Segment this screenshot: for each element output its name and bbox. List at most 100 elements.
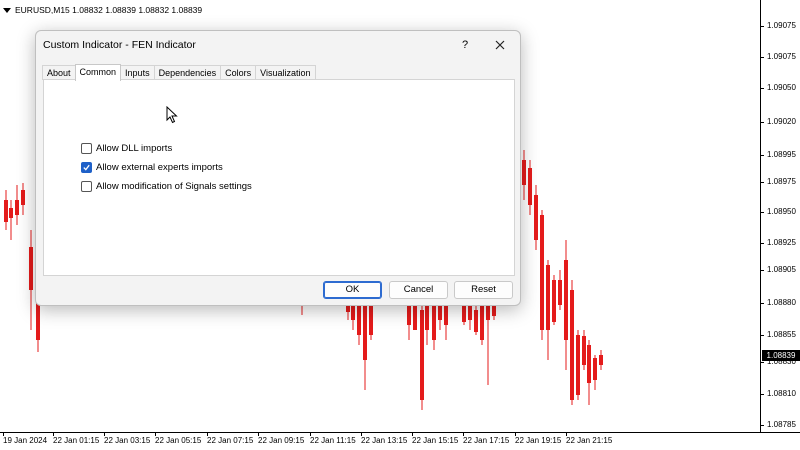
allow-dll-imports-checkbox[interactable] — [81, 143, 92, 154]
reset-button[interactable]: Reset — [454, 281, 513, 299]
bear-candle — [564, 260, 568, 340]
price-tick — [761, 155, 764, 156]
mouse-cursor-icon — [166, 106, 178, 124]
time-label: 22 Jan 03:15 — [104, 436, 151, 445]
price-label: 1.08785 — [767, 420, 796, 429]
price-label: 1.09075 — [767, 21, 796, 30]
price-tick — [761, 270, 764, 271]
price-label: 1.08950 — [767, 207, 796, 216]
bear-candle — [474, 310, 478, 332]
help-button[interactable]: ? — [454, 35, 476, 55]
tab-about[interactable]: About — [42, 65, 76, 80]
bear-candle — [15, 200, 19, 215]
price-tick — [761, 88, 764, 89]
price-tick — [761, 425, 764, 426]
price-label: 1.08830 — [767, 357, 796, 366]
tab-visualization[interactable]: Visualization — [255, 65, 316, 80]
bear-candle — [462, 305, 466, 322]
allow-dll-imports-label: Allow DLL imports — [96, 143, 173, 154]
time-label: 22 Jan 01:15 — [53, 436, 100, 445]
allow-external-experts-imports-checkbox[interactable] — [81, 162, 92, 173]
price-label: 1.08975 — [767, 177, 796, 186]
bear-candle — [413, 305, 417, 330]
price-label: 1.09075 — [767, 52, 796, 61]
time-label: 22 Jan 05:15 — [155, 436, 202, 445]
price-tick — [761, 394, 764, 395]
allow-modification-of-signals-option[interactable]: Allow modification of Signals settings — [81, 181, 252, 192]
price-tick — [761, 243, 764, 244]
time-label: 22 Jan 21:15 — [566, 436, 613, 445]
price-label: 1.08905 — [767, 265, 796, 274]
allow-dll-imports-option[interactable]: Allow DLL imports — [81, 143, 172, 154]
price-label: 1.09050 — [767, 83, 796, 92]
custom-indicator-dialog: Custom Indicator - FEN Indicator ? About… — [35, 30, 521, 306]
time-label: 22 Jan 17:15 — [463, 436, 510, 445]
time-scale[interactable]: 19 Jan 2024 22 Jan 01:15 22 Jan 03:15 22… — [0, 432, 800, 450]
ok-button[interactable]: OK — [323, 281, 382, 299]
close-icon — [495, 40, 505, 50]
bear-candle — [9, 208, 13, 218]
allow-modification-of-signals-label: Allow modification of Signals settings — [96, 181, 252, 192]
bear-candle — [29, 247, 33, 290]
bear-candle — [540, 215, 544, 330]
bear-candle — [593, 358, 597, 380]
bear-candle — [522, 160, 526, 185]
bear-candle — [363, 305, 367, 360]
bear-candle — [21, 190, 25, 205]
time-label: 22 Jan 19:15 — [515, 436, 562, 445]
price-tick — [761, 335, 764, 336]
price-tick — [761, 57, 764, 58]
price-tick — [761, 212, 764, 213]
symbol-bar: EURUSD,M15 1.08832 1.08839 1.08832 1.088… — [3, 4, 202, 16]
price-scale[interactable]: 1.09075 1.09075 1.09050 1.09020 1.08995 … — [760, 0, 800, 432]
tab-strip: About Common Inputs Dependencies Colors … — [42, 64, 316, 81]
price-label: 1.08855 — [767, 330, 796, 339]
symbol-info: EURUSD,M15 1.08832 1.08839 1.08832 1.088… — [15, 5, 203, 15]
bear-candle — [599, 355, 603, 365]
price-tick — [761, 26, 764, 27]
price-label: 1.09020 — [767, 117, 796, 126]
price-label: 1.08995 — [767, 150, 796, 159]
time-label: 22 Jan 15:15 — [412, 436, 459, 445]
tab-dependencies[interactable]: Dependencies — [153, 65, 222, 80]
time-label: 22 Jan 09:15 — [258, 436, 305, 445]
price-tick — [761, 122, 764, 123]
bear-candle — [552, 280, 556, 322]
chart-menu-triangle-icon[interactable] — [3, 7, 11, 13]
bear-candle — [528, 168, 532, 205]
checkmark-icon — [83, 164, 90, 171]
tab-inputs[interactable]: Inputs — [120, 65, 155, 80]
allow-external-experts-imports-label: Allow external experts imports — [96, 162, 223, 173]
tab-colors[interactable]: Colors — [220, 65, 257, 80]
cancel-button[interactable]: Cancel — [389, 281, 448, 299]
bear-candle — [420, 310, 424, 400]
bear-candle — [546, 265, 550, 330]
time-label: 22 Jan 13:15 — [361, 436, 408, 445]
time-label: 22 Jan 11:15 — [310, 436, 356, 445]
dialog-title: Custom Indicator - FEN Indicator — [43, 39, 196, 51]
time-label: 22 Jan 07:15 — [207, 436, 254, 445]
price-tick — [761, 303, 764, 304]
bear-candle — [587, 345, 591, 383]
price-label: 1.08925 — [767, 238, 796, 247]
bear-candle — [4, 200, 8, 222]
price-label: 1.08880 — [767, 298, 796, 307]
allow-external-experts-imports-option[interactable]: Allow external experts imports — [81, 162, 223, 173]
tab-common[interactable]: Common — [74, 64, 122, 81]
time-label: 19 Jan 2024 — [3, 436, 48, 445]
bear-candle — [558, 280, 562, 305]
common-tab-panel: Allow DLL imports Allow external experts… — [43, 79, 515, 276]
bear-candle — [444, 305, 448, 325]
allow-modification-of-signals-checkbox[interactable] — [81, 181, 92, 192]
bear-candle — [480, 305, 484, 340]
bear-candle — [582, 336, 586, 365]
price-tick — [761, 182, 764, 183]
bear-candle — [432, 305, 436, 340]
bear-candle — [534, 195, 538, 240]
price-label: 1.08810 — [767, 389, 796, 398]
dialog-titlebar[interactable]: Custom Indicator - FEN Indicator ? — [36, 31, 520, 59]
bear-candle — [576, 335, 580, 395]
price-tick — [761, 362, 764, 363]
close-button[interactable] — [488, 35, 512, 55]
bear-candle — [570, 290, 574, 400]
